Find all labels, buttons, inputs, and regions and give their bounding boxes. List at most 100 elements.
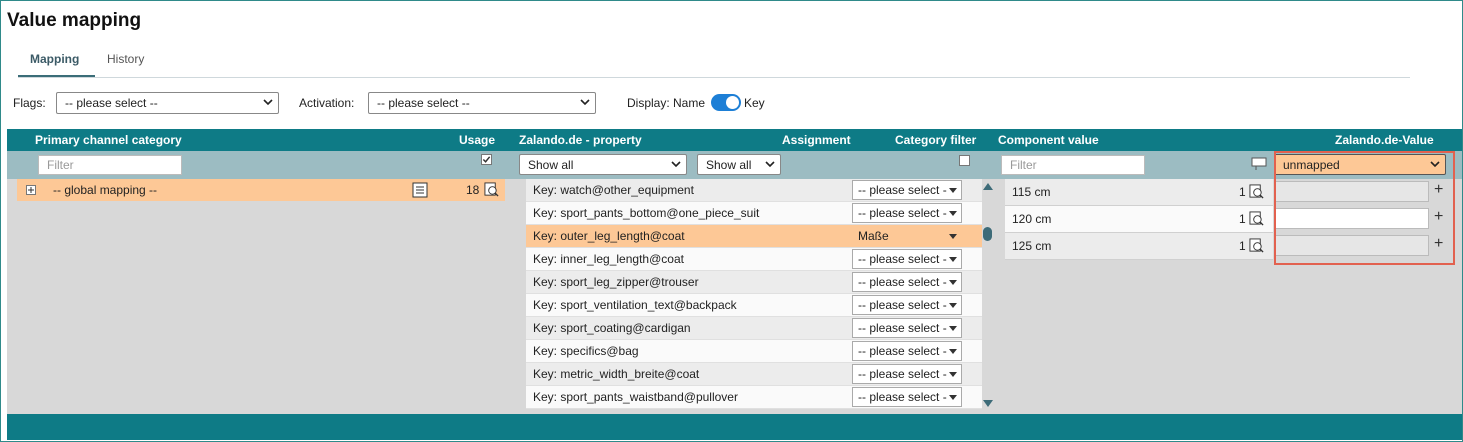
- property-scrollbar[interactable]: [980, 179, 996, 411]
- component-row[interactable]: 120 cm 1: [1005, 206, 1273, 233]
- chevron-down-icon: [263, 99, 273, 106]
- assignment-value: -- please select -: [858, 252, 947, 266]
- zalando-value-highlight: [1274, 151, 1455, 265]
- category-label: -- global mapping --: [53, 183, 158, 197]
- page-title: Value mapping: [7, 10, 142, 31]
- col-category-filter[interactable]: Category filter: [895, 133, 976, 147]
- col-assignment[interactable]: Assignment: [782, 133, 851, 147]
- assignment-select[interactable]: -- please select -: [852, 272, 962, 292]
- zoom-icon[interactable]: [1249, 238, 1264, 253]
- assignment-select[interactable]: -- please select -: [852, 318, 962, 338]
- column-icon[interactable]: [1251, 157, 1267, 171]
- assignment-select[interactable]: -- please select -: [852, 180, 962, 200]
- property-key: Key: specifics@bag: [533, 344, 639, 358]
- component-value: 115 cm: [1012, 185, 1051, 199]
- property-row[interactable]: Key: specifics@bag -- please select -: [526, 340, 982, 363]
- component-row[interactable]: 125 cm 1: [1005, 233, 1273, 260]
- scroll-thumb[interactable]: [983, 227, 992, 241]
- display-toggle[interactable]: [711, 94, 741, 111]
- property-row[interactable]: Key: sport_pants_bottom@one_piece_suit --…: [526, 202, 982, 225]
- assignment-filter-select[interactable]: Show all: [697, 154, 781, 175]
- property-row[interactable]: Key: watch@other_equipment -- please sele…: [526, 179, 982, 202]
- check-icon: [482, 156, 491, 163]
- assignment-select[interactable]: -- please select -: [852, 341, 962, 361]
- zoom-icon[interactable]: [484, 182, 499, 197]
- flags-select-value: -- please select --: [65, 96, 158, 110]
- assignment-value: -- please select -: [858, 390, 947, 404]
- col-primary-category[interactable]: Primary channel category: [35, 133, 182, 147]
- assignment-value: -- please select -: [858, 344, 947, 358]
- component-count: 1: [1239, 212, 1246, 226]
- category-filter-input[interactable]: Filter: [38, 155, 182, 175]
- property-row[interactable]: Key: outer_leg_length@coat Maße: [526, 225, 982, 248]
- chevron-down-icon: [671, 161, 681, 168]
- property-row[interactable]: Key: metric_width_breite@coat -- please s…: [526, 363, 982, 386]
- tab-history[interactable]: History: [107, 52, 144, 66]
- col-component-value[interactable]: Component value: [998, 133, 1099, 147]
- chevron-down-icon: [949, 234, 957, 239]
- category-filter-checkbox[interactable]: [959, 155, 970, 166]
- property-row[interactable]: Key: sport_pants_waistband@pullover -- pl…: [526, 386, 982, 409]
- assignment-select[interactable]: -- please select -: [852, 249, 962, 269]
- assignment-filter-value: Show all: [706, 158, 752, 172]
- property-key: Key: sport_coating@cardigan: [533, 321, 691, 335]
- property-key: Key: sport_ventilation_text@backpack: [533, 298, 737, 312]
- property-key: Key: outer_leg_length@coat: [533, 229, 685, 243]
- assignment-value: -- please select -: [858, 206, 947, 220]
- grid-header: Primary channel category Usage Zalando.d…: [7, 129, 1462, 151]
- chevron-down-icon: [949, 257, 957, 262]
- assignment-select[interactable]: -- please select -: [852, 295, 962, 315]
- chevron-down-icon: [949, 188, 957, 193]
- expand-icon[interactable]: [26, 185, 36, 195]
- chevron-down-icon: [949, 349, 957, 354]
- chevron-down-icon: [949, 280, 957, 285]
- assignment-select[interactable]: Maße: [852, 226, 962, 246]
- assignment-value: -- please select -: [858, 183, 947, 197]
- flags-select[interactable]: -- please select --: [56, 92, 279, 114]
- usage-count: 18: [466, 183, 480, 197]
- chevron-down-icon: [949, 395, 957, 400]
- activation-label: Activation:: [299, 96, 355, 110]
- chevron-down-icon: [580, 99, 590, 106]
- assignment-value: -- please select -: [858, 321, 947, 335]
- property-filter-select[interactable]: Show all: [519, 154, 687, 175]
- assignment-select[interactable]: -- please select -: [852, 364, 962, 384]
- property-key: Key: inner_leg_length@coat: [533, 252, 684, 266]
- chevron-down-icon: [949, 372, 957, 377]
- component-count: 1: [1239, 239, 1246, 253]
- scroll-up-icon[interactable]: [983, 183, 993, 190]
- scroll-down-icon[interactable]: [983, 400, 993, 407]
- component-value: 120 cm: [1012, 212, 1052, 226]
- col-zalando-value[interactable]: Zalando.de-Value: [1335, 133, 1434, 147]
- tab-bar: Mapping History: [17, 48, 1410, 78]
- display-key-label: Key: [744, 96, 765, 110]
- component-value: 125 cm: [1012, 239, 1052, 253]
- grid-filter-row: Filter Show all Show all Filter unmapped: [7, 151, 1462, 179]
- display-label: Display: Name: [627, 96, 706, 110]
- property-row[interactable]: Key: inner_leg_length@coat -- please sele…: [526, 248, 982, 271]
- col-property[interactable]: Zalando.de - property: [519, 133, 642, 147]
- property-key: Key: sport_pants_bottom@one_piece_suit: [533, 206, 760, 220]
- col-usage[interactable]: Usage: [459, 133, 495, 147]
- usage-checkbox[interactable]: [481, 154, 492, 165]
- property-key: Key: sport_pants_waistband@pullover: [533, 390, 738, 404]
- property-row[interactable]: Key: sport_leg_zipper@trouser -- please s…: [526, 271, 982, 294]
- activation-select[interactable]: -- please select --: [368, 92, 596, 114]
- assignment-value: -- please select -: [858, 275, 947, 289]
- property-row[interactable]: Key: sport_ventilation_text@backpack -- p…: [526, 294, 982, 317]
- property-row[interactable]: Key: sport_coating@cardigan -- please sel…: [526, 317, 982, 340]
- assignment-select[interactable]: -- please select -: [852, 203, 962, 223]
- chevron-down-icon: [949, 211, 957, 216]
- flags-label: Flags:: [13, 96, 46, 110]
- property-filter-value: Show all: [528, 158, 574, 172]
- zoom-icon[interactable]: [1249, 184, 1264, 199]
- category-row[interactable]: -- global mapping -- 18: [17, 179, 505, 201]
- tab-mapping[interactable]: Mapping: [17, 52, 96, 77]
- chevron-down-icon: [949, 326, 957, 331]
- chevron-down-icon: [765, 161, 775, 168]
- component-row[interactable]: 115 cm 1: [1005, 179, 1273, 206]
- zoom-icon[interactable]: [1249, 211, 1264, 226]
- component-filter-input[interactable]: Filter: [1001, 155, 1145, 175]
- list-icon[interactable]: [412, 182, 428, 198]
- assignment-select[interactable]: -- please select -: [852, 387, 962, 407]
